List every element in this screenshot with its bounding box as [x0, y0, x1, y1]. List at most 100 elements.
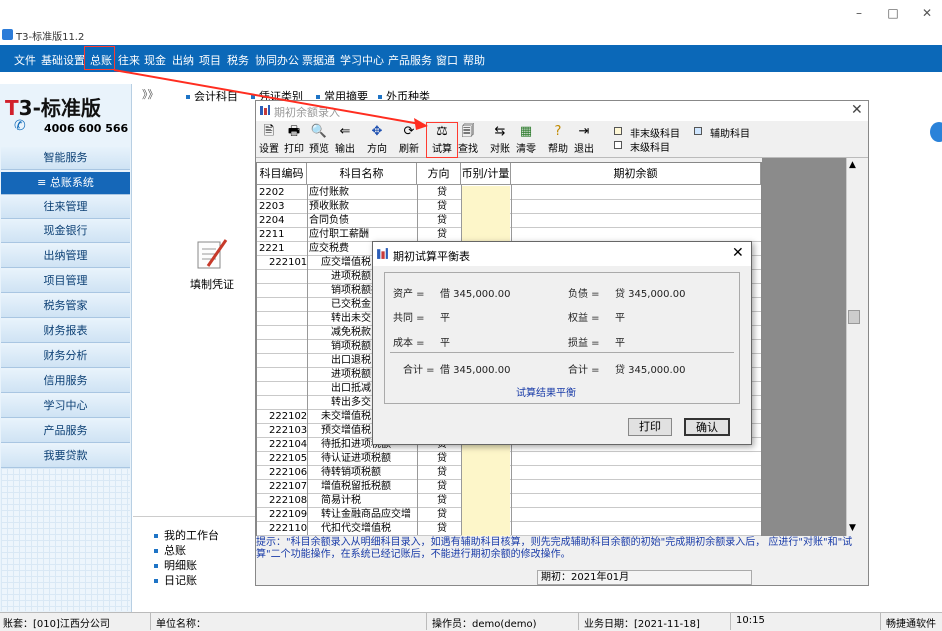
- fill-voucher-icon[interactable]: [194, 236, 228, 270]
- help-button[interactable]: ? 帮助: [545, 124, 571, 156]
- cell-code: 222101: [269, 257, 308, 268]
- assets-value: 借 345,000.00: [440, 289, 511, 300]
- cell-currency[interactable]: [462, 200, 510, 214]
- cell-currency[interactable]: [462, 452, 510, 466]
- trial-balance-close-icon[interactable]: ✕: [732, 245, 744, 261]
- cell-currency[interactable]: [462, 228, 510, 242]
- sidebar-item-project[interactable]: 项目管理: [1, 270, 130, 293]
- maximize-button[interactable]: □: [882, 6, 904, 20]
- menu-project[interactable]: 项目: [199, 52, 221, 68]
- legend-aux: 辅助科目: [710, 129, 750, 140]
- quick-item-journal[interactable]: 日记账: [154, 572, 197, 588]
- cell-name: 合同负债: [309, 215, 349, 226]
- profit-loss-label: 损益 =: [568, 338, 600, 349]
- menu-window[interactable]: 窗口: [436, 52, 458, 68]
- grid-scrollbar[interactable]: [846, 158, 862, 536]
- menu-file[interactable]: 文件: [14, 52, 36, 68]
- cell-currency[interactable]: [462, 494, 510, 508]
- table-row[interactable]: 222105 待认证进项税额 贷: [257, 452, 761, 466]
- sidebar-item-loan[interactable]: 我要贷款: [1, 445, 130, 468]
- floating-assistant-icon[interactable]: [930, 122, 942, 142]
- cell-currency[interactable]: [462, 522, 510, 536]
- status-divider: [730, 613, 731, 630]
- table-row[interactable]: 2211 应付职工薪酬 贷: [257, 228, 761, 242]
- setup-button[interactable]: 🖹 设置: [256, 124, 282, 156]
- menu-products[interactable]: 产品服务: [388, 52, 432, 68]
- status-account: 账套：[010]江西分公司: [3, 619, 110, 630]
- refresh-button[interactable]: ⟳ 刷新: [396, 124, 422, 156]
- menu-receivables[interactable]: 往来: [118, 52, 140, 68]
- status-biz-date: 业务日期：[2021-11-18]: [584, 619, 700, 630]
- scroll-up-icon[interactable]: ▲: [849, 160, 856, 170]
- common-label: 共同 =: [393, 313, 425, 324]
- table-row[interactable]: 222108 简易计税 贷: [257, 494, 761, 508]
- exit-button[interactable]: ⇥ 退出: [571, 124, 597, 156]
- table-row[interactable]: 222106 待转销项税额 贷: [257, 466, 761, 480]
- menu-bill[interactable]: 票据通: [302, 52, 335, 68]
- sidebar-item-learning[interactable]: 学习中心: [1, 395, 130, 418]
- sidebar-item-products[interactable]: 产品服务: [1, 420, 130, 443]
- clear-button[interactable]: ▦ 清零: [513, 124, 539, 156]
- cell-currency[interactable]: [462, 186, 510, 200]
- table-row[interactable]: 222110 代扣代交增值税 贷: [257, 522, 761, 536]
- sidebar-item-smart-service[interactable]: 智能服务: [1, 147, 130, 170]
- status-unit: 单位名称：: [156, 619, 206, 630]
- sidebar-item-general-ledger[interactable]: ≡ 总账系统: [1, 172, 130, 195]
- table-row[interactable]: 2203 预收账款 贷: [257, 200, 761, 214]
- sidebar-item-receivables[interactable]: 往来管理: [1, 196, 130, 219]
- table-row[interactable]: 222107 增值税留抵税额 贷: [257, 480, 761, 494]
- brand-logo: T3-标准版: [5, 96, 101, 120]
- table-row[interactable]: 2202 应付账款 贷: [257, 186, 761, 200]
- print-button[interactable]: 🖶 打印: [281, 124, 307, 156]
- scroll-down-icon[interactable]: ▼: [849, 523, 856, 533]
- preview-button[interactable]: 🔍 预览: [306, 124, 332, 156]
- minimize-button[interactable]: –: [848, 6, 870, 20]
- fill-voucher-label[interactable]: 填制凭证: [190, 276, 234, 292]
- menu-help[interactable]: 帮助: [463, 52, 485, 68]
- cell-name: 待认证进项税额: [321, 453, 391, 464]
- trial-balance-title: 期初试算平衡表: [393, 250, 470, 263]
- col-header-currency: 币别/计量: [461, 163, 511, 185]
- trial-ok-button[interactable]: 确认: [684, 418, 730, 436]
- trial-balance-divider: [390, 352, 734, 353]
- quick-item-workbench[interactable]: 我的工作台: [154, 527, 219, 543]
- menu-cashier[interactable]: 出纳: [172, 52, 194, 68]
- cell-currency[interactable]: [462, 214, 510, 228]
- scrollbar-thumb[interactable]: [848, 310, 860, 324]
- sidebar-item-reports[interactable]: 财务报表: [1, 320, 130, 343]
- quick-item-detail-ledger[interactable]: 明细账: [154, 557, 197, 573]
- common-value: 平: [440, 313, 450, 324]
- find-button[interactable]: 🗐 查找: [455, 124, 481, 156]
- trial-balance-app-icon: [377, 248, 388, 259]
- sidebar-item-analysis[interactable]: 财务分析: [1, 345, 130, 368]
- table-row[interactable]: 2204 合同负债 贷: [257, 214, 761, 228]
- dialog-title: 期初余额录入: [274, 106, 340, 119]
- list-bullet-icon: ≡: [37, 176, 50, 189]
- cell-currency[interactable]: [462, 466, 510, 480]
- tab-account-subjects[interactable]: 会计科目: [186, 88, 238, 104]
- close-button[interactable]: ✕: [916, 6, 938, 20]
- sidebar-item-tax[interactable]: 税务管家: [1, 295, 130, 318]
- col-header-code: 科目编码: [257, 163, 307, 185]
- cell-direction: 贷: [437, 201, 447, 212]
- sidebar-item-cash-bank[interactable]: 现金银行: [1, 220, 130, 243]
- menu-collaboration[interactable]: 协同办公: [255, 52, 299, 68]
- menu-basic-settings[interactable]: 基础设置: [41, 52, 85, 68]
- dialog-close-icon[interactable]: ✕: [851, 102, 863, 118]
- export-button[interactable]: ⇐ 输出: [332, 124, 358, 156]
- cell-currency[interactable]: [462, 508, 510, 522]
- reconcile-button[interactable]: ⇆ 对账: [487, 124, 513, 156]
- cell-currency[interactable]: [462, 480, 510, 494]
- menu-tax[interactable]: 税务: [227, 52, 249, 68]
- table-row[interactable]: 222109 转让金融商品应交增 贷: [257, 508, 761, 522]
- sidebar-item-credit[interactable]: 信用服务: [1, 370, 130, 393]
- menu-learning[interactable]: 学习中心: [340, 52, 384, 68]
- direction-button[interactable]: ✥ 方向: [364, 124, 390, 156]
- menu-cash[interactable]: 现金: [144, 52, 166, 68]
- sidebar-item-cashier[interactable]: 出纳管理: [1, 245, 130, 268]
- trial-balance-highlight-box: [426, 122, 458, 158]
- expand-icon[interactable]: 》》: [142, 86, 159, 102]
- trial-print-button[interactable]: 打印: [628, 418, 672, 436]
- quick-item-ledger[interactable]: 总账: [154, 542, 186, 558]
- legend-swatch-aux: [694, 127, 702, 135]
